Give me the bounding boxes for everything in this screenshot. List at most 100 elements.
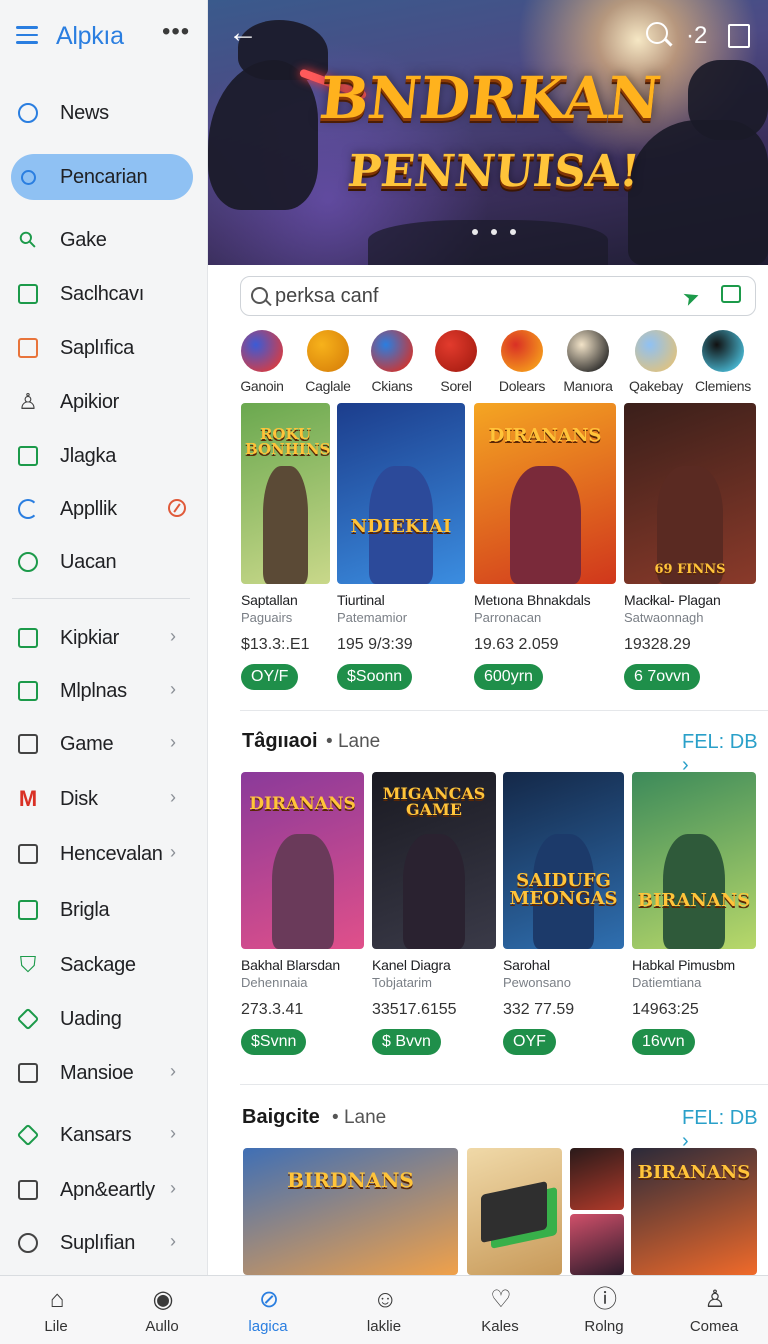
- search-bar[interactable]: ➤: [240, 276, 756, 316]
- app-publisher: Datiemtiana: [632, 975, 702, 990]
- key-icon: ⚲: [13, 225, 43, 255]
- user-icon: ♙: [18, 389, 38, 414]
- sidebar-item-label: Saplıfica: [60, 337, 135, 359]
- nav-item-aullo[interactable]: ◉ Aullo: [112, 1276, 212, 1344]
- nav-label: Comea: [689, 1318, 739, 1335]
- category-icon: [241, 330, 283, 372]
- sidebar-item-20[interactable]: Suplıfian ›: [0, 1220, 208, 1266]
- app-cover-image[interactable]: SAIDUFG MEONGAS: [503, 772, 624, 949]
- install-button[interactable]: OYF: [503, 1029, 556, 1055]
- search-icon[interactable]: [646, 22, 668, 44]
- menu-icon[interactable]: [16, 26, 38, 44]
- app-cover-image[interactable]: NDIEKIAI: [337, 403, 465, 584]
- tag-icon: [16, 1007, 40, 1031]
- sidebar-item-15[interactable]: ⛉ Sackage: [0, 942, 208, 988]
- send-icon[interactable]: ➤: [679, 283, 703, 312]
- sidebar-item-10[interactable]: Mlplnas ›: [0, 668, 208, 714]
- app-card[interactable]: SAIDUFG MEONGAS Sarohal Pewonsano 332 77.59…: [503, 772, 624, 1072]
- sidebar-item-11[interactable]: Game ›: [0, 721, 208, 767]
- cover-title: DIRANANS: [488, 425, 602, 446]
- category-item[interactable]: Clemiens: [683, 330, 763, 394]
- sidebar-item-label: Mansioe: [60, 1062, 134, 1084]
- section-title: Baigcite: [242, 1106, 320, 1128]
- sidebar-item-label: Mlplnas: [60, 680, 127, 702]
- sidebar-item-3[interactable]: Saclhcavı: [0, 271, 208, 317]
- sidebar-item-14[interactable]: Brigla: [0, 887, 208, 933]
- app-cover-image[interactable]: BIRANANS: [632, 772, 756, 949]
- install-button[interactable]: $Soonn: [337, 664, 413, 690]
- install-button[interactable]: 600yrn: [474, 664, 543, 690]
- app-card[interactable]: 69 FINNS Macłkal- Plagan Satwaonnagh 19328.…: [624, 403, 756, 703]
- chevron-right-icon: ›: [170, 679, 176, 699]
- sidebar-item-13[interactable]: Hencevalan ›: [0, 831, 208, 877]
- info-icon: ⓘ: [593, 1286, 617, 1313]
- back-arrow-icon[interactable]: ←: [228, 18, 258, 48]
- nav-item-lile[interactable]: ⌂ Lile: [6, 1276, 106, 1344]
- cover-title: MIGANCAS GAME: [382, 784, 486, 819]
- app-cover-image[interactable]: [570, 1214, 624, 1275]
- app-cover-image[interactable]: DIRANANS: [474, 403, 616, 584]
- sidebar-item-5[interactable]: ♙ Apikior: [0, 379, 208, 425]
- sidebar-item-17[interactable]: Mansioe ›: [0, 1050, 208, 1096]
- app-cover-image[interactable]: 69 FINNS: [624, 403, 756, 584]
- app-card[interactable]: DIRANANS Bakhal Blarsdan Dehenınaia 273.3.4…: [241, 772, 364, 1072]
- nav-item-lagica[interactable]: ⊘ lagica: [218, 1276, 318, 1344]
- square-icon: [16, 282, 40, 306]
- sidebar-item-8[interactable]: Uacan: [0, 539, 208, 585]
- sidebar-item-9[interactable]: Kipkiar ›: [0, 615, 208, 661]
- sidebar-item-18[interactable]: Kansars ›: [0, 1112, 208, 1158]
- sidebar-item-7[interactable]: Appllik: [0, 486, 208, 532]
- sidebar-item-4[interactable]: Saplıfica: [0, 325, 208, 371]
- app-stat: 273.3.41: [241, 1001, 304, 1018]
- see-all-link[interactable]: FEL: DB ›: [682, 731, 768, 777]
- hero-banner[interactable]: ← ·2 BNDRKAN PENNUISA!: [208, 0, 768, 265]
- sidebar-item-6[interactable]: Jlagka: [0, 433, 208, 479]
- mail-icon: M: [18, 786, 38, 811]
- sidebar-item-label: Appllik: [60, 498, 117, 520]
- sidebar-item-12[interactable]: M Disk ›: [0, 776, 208, 822]
- app-cover-image[interactable]: BIRANANS: [631, 1148, 757, 1275]
- sidebar-item-19[interactable]: Apn&eartly ›: [0, 1167, 208, 1213]
- chevron-right-icon: ›: [170, 1061, 176, 1081]
- app-cover-image[interactable]: ROKU BONHINS: [241, 403, 330, 584]
- category-label: Clemiens: [695, 378, 751, 394]
- square-icon: [16, 1061, 40, 1085]
- sidebar-item-0[interactable]: News: [0, 90, 208, 136]
- app-cover-image[interactable]: [570, 1148, 624, 1210]
- category-icon: [567, 330, 609, 372]
- app-cover-image[interactable]: BIRDNANS: [243, 1148, 458, 1275]
- sidebar-item-1[interactable]: Pencarian: [0, 154, 208, 200]
- sidebar-item-label: Disk: [60, 788, 98, 810]
- nav-label: Kales: [481, 1318, 519, 1335]
- nav-item-rolng[interactable]: ⓘ Rolng: [554, 1276, 654, 1344]
- app-card[interactable]: DIRANANS Metıona Bhnakdals Parronacan 19.63…: [474, 403, 616, 703]
- see-all-link[interactable]: FEL: DB ›: [682, 1107, 768, 1153]
- nav-item-kales[interactable]: ♡ Kales: [450, 1276, 550, 1344]
- app-name: Bakhal Blarsdan: [241, 957, 340, 973]
- app-card[interactable]: BIRANANS Habkal Pimusbm Datiemtiana 14963:2…: [632, 772, 756, 1072]
- sidebar-item-16[interactable]: Uading: [0, 996, 208, 1042]
- app-card[interactable]: ROKU BONHINS Saptallan Paguairs $13.3:.E1 OY…: [241, 403, 330, 703]
- app-card[interactable]: MIGANCAS GAME Kanel Diagra Tobjatarim 33517…: [372, 772, 496, 1072]
- sidebar-item-2[interactable]: ⚲ Gake: [0, 217, 208, 263]
- app-cover-image[interactable]: MIGANCAS GAME: [372, 772, 496, 949]
- nav-item-comea[interactable]: ♙ Comea: [664, 1276, 764, 1344]
- chat-icon[interactable]: [721, 285, 741, 303]
- app-cover-image[interactable]: [467, 1148, 562, 1275]
- install-button[interactable]: 6 7ovvn: [624, 664, 701, 690]
- app-publisher: Satwaonnagh: [624, 610, 704, 625]
- app-card[interactable]: NDIEKIAI Tiurtinal Patemamior 195 9/3:39 $So…: [337, 403, 465, 703]
- bag-icon[interactable]: [728, 24, 750, 48]
- search-input[interactable]: [275, 283, 655, 309]
- app-cover-image[interactable]: DIRANANS: [241, 772, 364, 949]
- nav-item-laklie[interactable]: ☺ laklie: [334, 1276, 434, 1344]
- carousel-dots[interactable]: [472, 222, 529, 240]
- install-button[interactable]: $Svnn: [241, 1029, 307, 1055]
- cover-title: ROKU BONHINS: [245, 425, 330, 458]
- app-name: Kanel Diagra: [372, 957, 451, 973]
- install-button[interactable]: 16vvn: [632, 1029, 695, 1055]
- install-button[interactable]: OY/F: [241, 664, 299, 690]
- install-button[interactable]: $ Bvvn: [372, 1029, 441, 1055]
- more-icon[interactable]: •••: [162, 18, 190, 46]
- category-icon: [307, 330, 349, 372]
